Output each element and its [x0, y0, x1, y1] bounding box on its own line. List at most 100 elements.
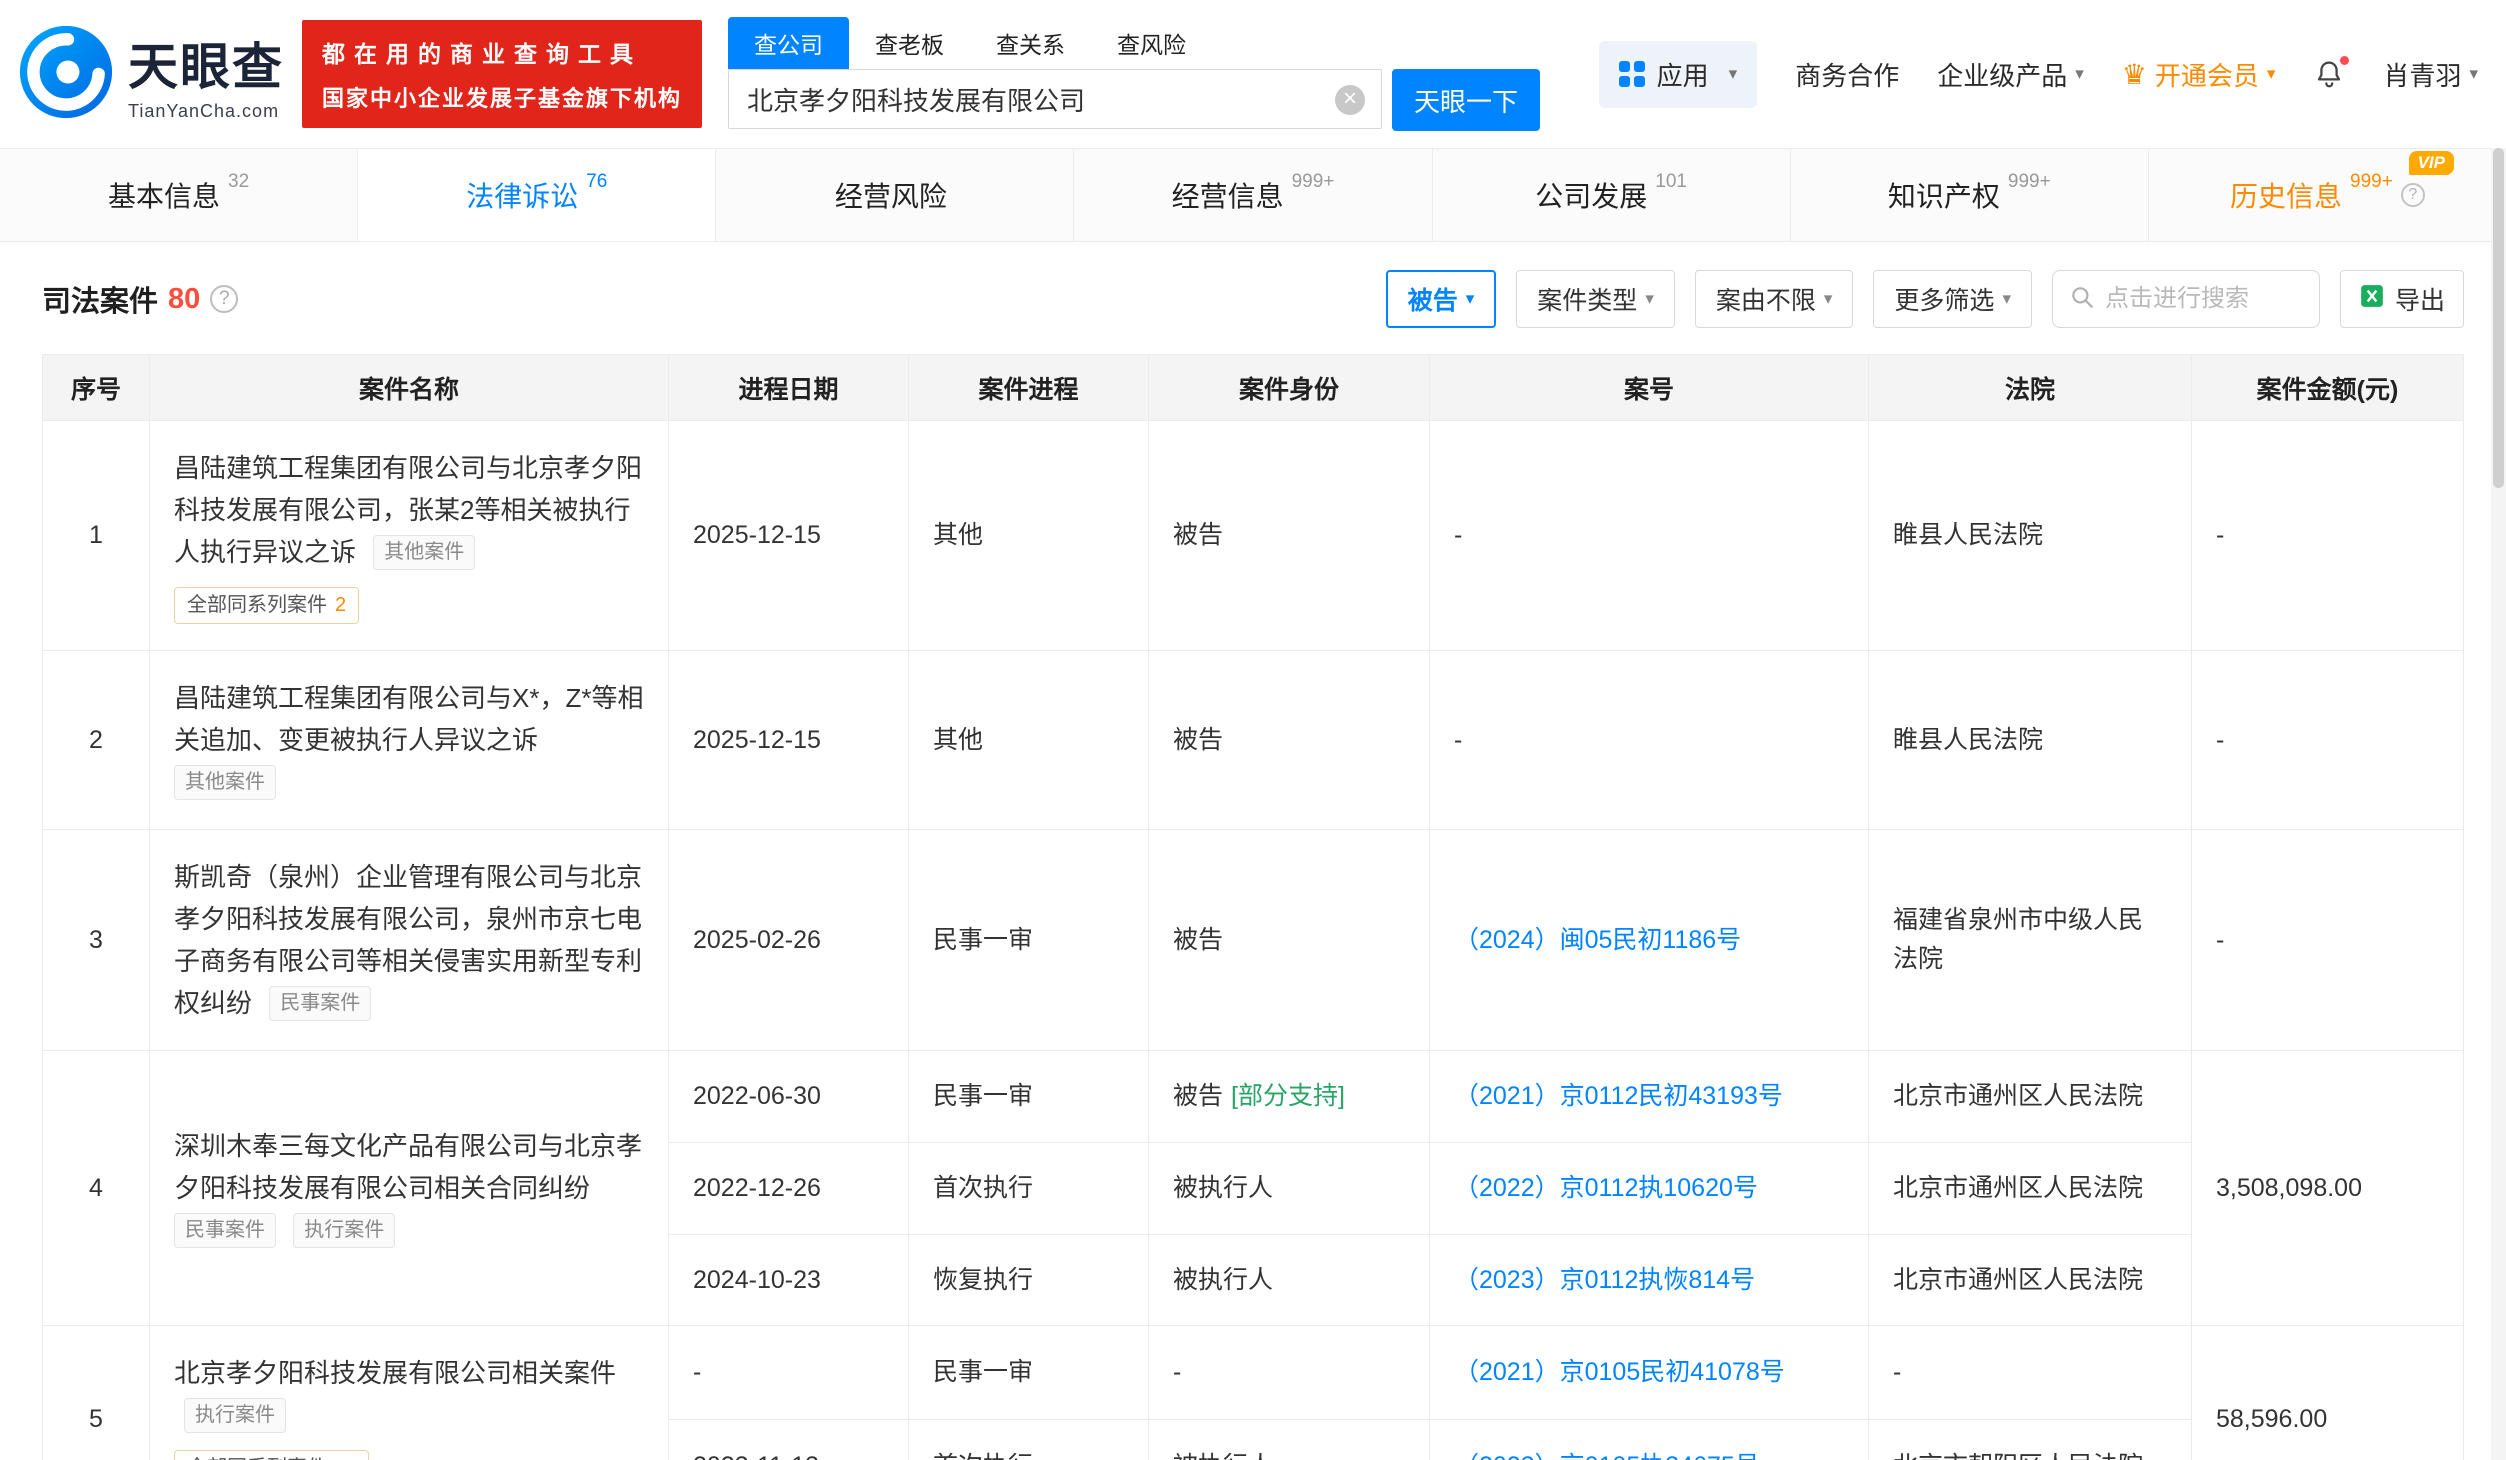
- tab-intellectual-property[interactable]: 知识产权 999+: [1791, 149, 2149, 241]
- case-stage: 民事一审: [908, 829, 1149, 1051]
- search-button[interactable]: 天眼一下: [1392, 69, 1541, 131]
- clear-icon[interactable]: ×: [1335, 85, 1366, 115]
- help-icon[interactable]: ?: [210, 285, 239, 313]
- col-header-role: 案件身份: [1148, 354, 1430, 421]
- case-number-link[interactable]: （2023）京0112执恢814号: [1454, 1266, 1755, 1294]
- cases-table: 序号 案件名称 进程日期 案件进程 案件身份 案号 法院 案件金额(元) 1 昌…: [42, 354, 2464, 1460]
- case-date: 2022-12-26: [668, 1141, 909, 1235]
- case-name: 斯凯奇（泉州）企业管理有限公司与北京孝夕阳科技发展有限公司，泉州市京七电子商务有…: [174, 862, 643, 1018]
- case-date: 2025-12-15: [668, 650, 909, 830]
- col-header-no: 序号: [42, 354, 150, 421]
- case-index: 2: [42, 650, 150, 830]
- col-header-date: 进程日期: [668, 354, 909, 421]
- case-stage: 民事一审: [908, 1325, 1149, 1421]
- col-header-amount: 案件金额(元): [2191, 354, 2464, 421]
- case-index: 1: [42, 420, 150, 651]
- case-tag: 执行案件: [184, 1398, 286, 1434]
- case-amount: -: [2191, 829, 2464, 1051]
- case-role: 被告: [1148, 829, 1430, 1051]
- filter-role-dropdown[interactable]: 被告 ▾: [1385, 270, 1497, 328]
- apps-label: 应用: [1656, 60, 1709, 91]
- case-court: 北京市通州区人民法院: [1868, 1233, 2192, 1327]
- case-number-link[interactable]: （2022）京0112执10620号: [1454, 1174, 1758, 1202]
- tab-basic-info[interactable]: 基本信息 32: [0, 149, 359, 241]
- case-tag: 其他案件: [174, 765, 276, 800]
- case-number-link[interactable]: （2021）京0105民初41078号: [1454, 1358, 1785, 1386]
- case-stage: 民事一审: [908, 1050, 1149, 1143]
- user-menu[interactable]: 肖青羽 ▾: [2383, 56, 2478, 93]
- nav-enterprise-products[interactable]: 企业级产品 ▾: [1937, 56, 2084, 93]
- case-tag: 民事案件: [174, 1213, 276, 1249]
- search-tab-boss[interactable]: 查老板: [849, 17, 970, 69]
- case-tag: 民事案件: [269, 986, 372, 1021]
- section-tabbar: 基本信息 32 法律诉讼 76 经营风险 经营信息 999+ 公司发展 101 知识产权…: [0, 148, 2506, 242]
- case-number-link[interactable]: （2023）京0105执34675号: [1454, 1452, 1760, 1460]
- case-index: 3: [42, 829, 150, 1051]
- main-content: 司法案件 80 ? 被告 ▾ 案件类型 ▾ 案由不限 ▾ 更多筛选 ▾ 点击进行…: [0, 242, 2506, 1460]
- tab-business-info[interactable]: 经营信息 999+: [1074, 149, 1433, 241]
- user-name: 肖青羽: [2383, 60, 2462, 91]
- scrollbar-thumb[interactable]: [2493, 148, 2504, 488]
- notification-bell-icon[interactable]: [2313, 54, 2352, 90]
- tab-history-info[interactable]: VIP 历史信息 999+ ?: [2149, 149, 2506, 241]
- case-number: -: [1429, 650, 1869, 830]
- case-number-link[interactable]: （2024）闽05民初1186号: [1454, 926, 1741, 954]
- tab-business-risk[interactable]: 经营风险: [716, 149, 1075, 241]
- case-stage: 其他: [908, 650, 1149, 830]
- table-row: 1 昌陆建筑工程集团有限公司与北京孝夕阳科技发展有限公司，张某2等相关被执行人执…: [42, 420, 2464, 651]
- chevron-down-icon: ▾: [1728, 64, 1738, 83]
- filter-cause-dropdown[interactable]: 案由不限 ▾: [1694, 270, 1854, 328]
- case-role: 被告: [1148, 420, 1430, 651]
- case-date: 2024-10-23: [668, 1233, 909, 1327]
- case-amount: 3,508,098.00: [2191, 1049, 2464, 1327]
- company-search-box[interactable]: ×: [728, 69, 1383, 129]
- search-tab-relation[interactable]: 查关系: [970, 17, 1091, 69]
- case-tag: 其他案件: [373, 535, 476, 570]
- case-amount: 58,596.00: [2191, 1325, 2464, 1460]
- chevron-down-icon: ▾: [2075, 64, 2084, 83]
- help-icon: ?: [2400, 183, 2425, 207]
- company-search-input[interactable]: [747, 83, 1322, 115]
- search-area: 查公司 查老板 查关系 查风险 × 天眼一下: [728, 17, 1541, 131]
- nav-open-vip[interactable]: ♛ 开通会员 ▾: [2122, 56, 2276, 93]
- case-date: 2023-11-13: [668, 1419, 909, 1460]
- search-tab-company[interactable]: 查公司: [728, 17, 850, 69]
- table-header-row: 序号 案件名称 进程日期 案件进程 案件身份 案号 法院 案件金额(元): [42, 354, 2464, 421]
- series-cases-button[interactable]: 全部同系列案件 2: [174, 587, 360, 624]
- promo-banner: 都在用的商业查询工具 国家中小企业发展子基金旗下机构: [302, 20, 703, 128]
- case-court: 睢县人民法院: [1868, 650, 2192, 830]
- tab-legal-litigation[interactable]: 法律诉讼 76: [358, 149, 717, 241]
- series-cases-button[interactable]: 全部同系列案件11: [174, 1450, 369, 1460]
- site-header: 天眼查 TianYanCha.com 都在用的商业查询工具 国家中小企业发展子基…: [0, 0, 2506, 148]
- table-row: 5 北京孝夕阳科技发展有限公司相关案件 执行案件 全部同系列案件11 - 民事一…: [42, 1325, 2464, 1460]
- case-number-link[interactable]: （2021）京0112民初43193号: [1454, 1082, 1783, 1110]
- chevron-down-icon: ▾: [1645, 289, 1654, 308]
- page-scrollbar[interactable]: [2491, 148, 2506, 1460]
- table-row: 2 昌陆建筑工程集团有限公司与X*，Z*等相关追加、变更被执行人异议之诉 其他案…: [42, 650, 2464, 830]
- tab-company-development[interactable]: 公司发展 101: [1433, 149, 1791, 241]
- case-role: 被告 [部分支持]: [1148, 1050, 1430, 1143]
- apps-menu[interactable]: 应用 ▾: [1598, 40, 1758, 108]
- export-button[interactable]: 导出: [2339, 270, 2464, 328]
- notification-dot: [2338, 54, 2352, 67]
- apps-grid-icon: [1618, 61, 1645, 87]
- filter-case-type-dropdown[interactable]: 案件类型 ▾: [1516, 270, 1675, 328]
- case-stage: 其他: [908, 420, 1149, 651]
- case-stage: 首次执行: [908, 1419, 1149, 1460]
- case-role: 被告: [1148, 650, 1430, 830]
- case-number: -: [1429, 420, 1869, 651]
- search-tab-risk[interactable]: 查风险: [1091, 17, 1212, 69]
- logo[interactable]: 天眼查 TianYanCha.com: [18, 24, 284, 125]
- chevron-down-icon: ▾: [2002, 289, 2011, 308]
- table-search-box[interactable]: [2051, 270, 2320, 328]
- nav-business-coop[interactable]: 商务合作: [1795, 56, 1899, 93]
- chevron-down-icon: ▾: [1465, 289, 1475, 308]
- case-role: -: [1148, 1325, 1430, 1421]
- case-court: 北京市通州区人民法院: [1868, 1141, 2192, 1235]
- table-search-input[interactable]: [2104, 285, 2303, 313]
- filter-more-dropdown[interactable]: 更多筛选 ▾: [1873, 270, 2032, 328]
- table-row: 4 深圳木奉三每文化产品有限公司与北京孝夕阳科技发展有限公司相关合同纠纷 民事案…: [42, 1049, 2464, 1327]
- case-name: 北京孝夕阳科技发展有限公司相关案件: [174, 1358, 617, 1389]
- case-amount: -: [2191, 650, 2464, 830]
- case-tag: 执行案件: [293, 1213, 396, 1249]
